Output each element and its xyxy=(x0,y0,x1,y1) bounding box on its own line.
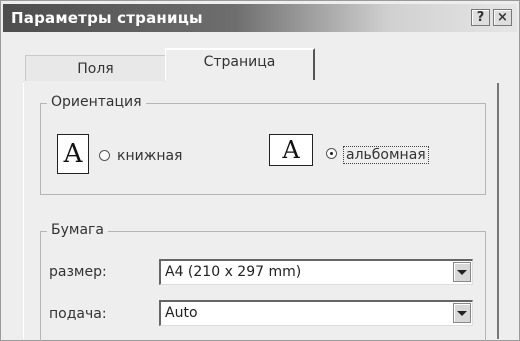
paper-feed-label: подача: xyxy=(49,306,107,322)
title-bar[interactable]: Параметры страницы ? × xyxy=(3,4,517,32)
tab-margins-label: Поля xyxy=(77,60,114,77)
paper-group: Бумага размер: A4 (210 x 297 mm) подача:… xyxy=(40,222,486,341)
chevron-down-icon xyxy=(457,310,467,316)
orientation-legend: Ориентация xyxy=(47,94,146,110)
close-button[interactable]: × xyxy=(493,9,512,26)
paper-size-label: размер: xyxy=(49,264,107,280)
orientation-group: Ориентация A книжная A альбомная xyxy=(40,94,486,195)
paper-size-select[interactable]: A4 (210 x 297 mm) xyxy=(159,259,473,285)
paper-size-value: A4 (210 x 297 mm) xyxy=(165,264,302,280)
landscape-glyph: A xyxy=(282,136,300,164)
paper-feed-dropdown-button[interactable] xyxy=(453,303,471,323)
portrait-label[interactable]: книжная xyxy=(117,148,182,164)
tab-panel-page: Ориентация A книжная A альбомная Бумага … xyxy=(23,83,499,341)
close-icon: × xyxy=(497,10,508,25)
tab-strip: Поля Страница xyxy=(15,45,505,81)
landscape-radio[interactable] xyxy=(326,148,337,159)
window-title: Параметры страницы xyxy=(11,9,203,27)
page-setup-dialog: Параметры страницы ? × Поля Страница Ори… xyxy=(0,0,520,341)
tab-margins[interactable]: Поля xyxy=(25,55,165,81)
tab-page[interactable]: Страница xyxy=(165,48,315,80)
tab-page-label: Страница xyxy=(203,54,276,70)
chevron-down-icon xyxy=(457,269,467,275)
landscape-page-icon: A xyxy=(269,134,313,166)
paper-feed-value: Auto xyxy=(165,305,198,321)
landscape-label[interactable]: альбомная xyxy=(343,146,429,164)
help-button[interactable]: ? xyxy=(471,9,490,26)
portrait-radio[interactable] xyxy=(99,150,110,161)
paper-legend: Бумага xyxy=(47,222,108,238)
paper-size-dropdown-button[interactable] xyxy=(453,262,471,282)
portrait-page-icon: A xyxy=(57,134,89,174)
portrait-glyph: A xyxy=(63,139,83,169)
paper-feed-select[interactable]: Auto xyxy=(159,300,473,326)
help-icon: ? xyxy=(476,10,485,25)
